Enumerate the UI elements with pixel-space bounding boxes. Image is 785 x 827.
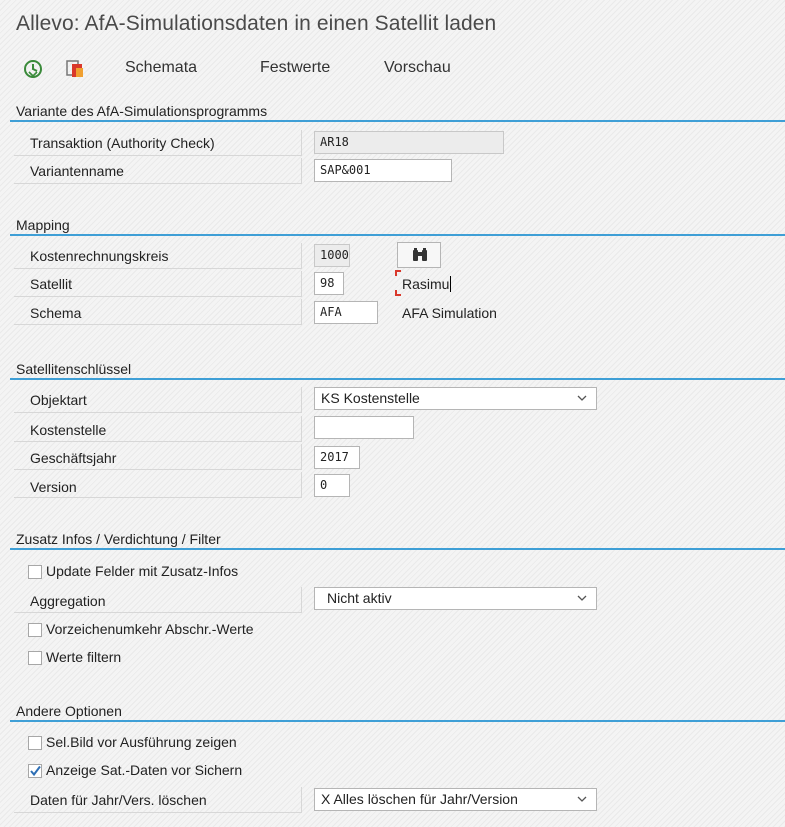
satellit-label: Satellit (30, 276, 73, 292)
objektart-label: Objektart (30, 392, 87, 408)
version-label: Version (30, 479, 77, 495)
section-mapping: Mapping (10, 216, 785, 236)
kostenstelle-field[interactable] (314, 416, 414, 439)
schema-text: AFA Simulation (402, 305, 497, 321)
werte-filtern-checkbox[interactable] (28, 651, 42, 665)
section-title: Andere Optionen (10, 702, 785, 722)
transaktion-field: AR18 (314, 131, 504, 154)
satellit-text[interactable]: Rasimu (402, 276, 452, 292)
section-variante: Variante des AfA-Simulationsprogramms (10, 102, 785, 122)
aggregation-dropdown[interactable]: Nicht aktiv (314, 587, 597, 610)
anzeige-sat-daten-label: Anzeige Sat.-Daten vor Sichern (46, 762, 243, 778)
geschaeftsjahr-label: Geschäftsjahr (30, 450, 117, 466)
required-marker (395, 290, 401, 296)
section-zusatz: Zusatz Infos / Verdichtung / Filter (10, 530, 785, 550)
application-toolbar: Schemata Festwerte Vorschau (0, 54, 785, 86)
execute-clock-icon[interactable] (22, 58, 44, 80)
checkmark-icon (30, 765, 41, 777)
window-title: Allevo: AfA-Simulationsdaten in einen Sa… (16, 12, 497, 35)
kostenrechnungskreis-label: Kostenrechnungskreis (30, 248, 169, 264)
daten-loeschen-value: X Alles löschen für Jahr/Version (321, 791, 518, 807)
variant-copy-icon[interactable] (64, 58, 86, 80)
werte-filtern-label: Werte filtern (46, 649, 122, 665)
variantenname-field[interactable]: SAP&001 (314, 159, 452, 182)
variantenname-label: Variantenname (30, 163, 124, 179)
objektart-value: KS Kostenstelle (321, 390, 420, 406)
daten-loeschen-dropdown[interactable]: X Alles löschen für Jahr/Version (314, 788, 597, 811)
kostenrechnungskreis-field: 1000 (314, 244, 350, 267)
search-binoculars-button[interactable] (397, 242, 441, 268)
vorschau-button[interactable]: Vorschau (384, 59, 451, 77)
satellit-field[interactable]: 98 (314, 272, 344, 295)
festwerte-button[interactable]: Festwerte (260, 59, 330, 77)
version-field[interactable]: 0 (314, 474, 350, 497)
section-title: Variante des AfA-Simulationsprogramms (10, 102, 785, 122)
update-felder-checkbox[interactable] (28, 565, 42, 579)
chevron-down-icon (577, 395, 587, 401)
aggregation-value: Nicht aktiv (327, 590, 392, 606)
section-andere-optionen: Andere Optionen (10, 702, 785, 722)
anzeige-sat-daten-checkbox[interactable] (28, 764, 42, 778)
transaktion-label: Transaktion (Authority Check) (30, 135, 215, 151)
kostenstelle-label: Kostenstelle (30, 422, 107, 438)
schema-label: Schema (30, 305, 82, 321)
geschaeftsjahr-field[interactable]: 2017 (314, 446, 360, 469)
sel-bild-label: Sel.Bild vor Ausführung zeigen (46, 734, 237, 750)
objektart-dropdown[interactable]: KS Kostenstelle (314, 387, 597, 410)
vorzeichen-checkbox[interactable] (28, 623, 42, 637)
chevron-down-icon (577, 595, 587, 601)
chevron-down-icon (577, 796, 587, 802)
sel-bild-checkbox[interactable] (28, 736, 42, 750)
required-marker (395, 270, 401, 276)
aggregation-label: Aggregation (30, 593, 106, 609)
section-satellitenschluessel: Satellitenschlüssel (10, 360, 785, 380)
vorzeichen-label: Vorzeichenumkehr Abschr.-Werte (46, 621, 254, 637)
binoculars-icon (413, 248, 427, 261)
section-title: Satellitenschlüssel (10, 360, 785, 380)
schemata-button[interactable]: Schemata (125, 59, 197, 77)
daten-loeschen-label: Daten für Jahr/Vers. löschen (30, 792, 207, 808)
section-title: Mapping (10, 216, 785, 236)
update-felder-label: Update Felder mit Zusatz-Infos (46, 563, 239, 579)
schema-field[interactable]: AFA (314, 301, 378, 324)
section-title: Zusatz Infos / Verdichtung / Filter (10, 530, 785, 550)
